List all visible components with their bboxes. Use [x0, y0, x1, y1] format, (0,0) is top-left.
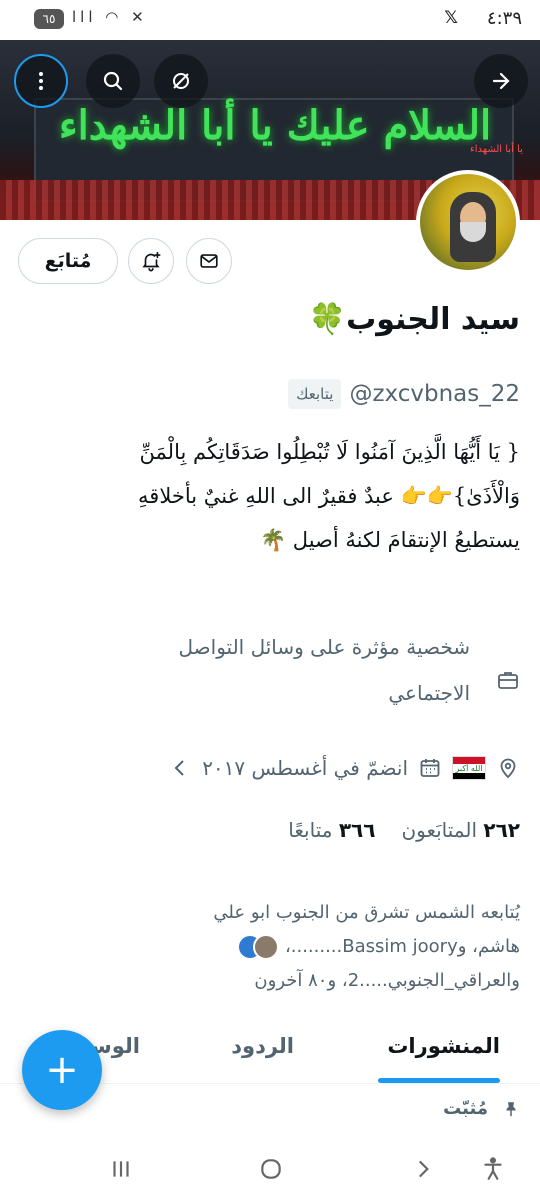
status-time: ٤:٣٩ — [486, 8, 522, 29]
search-icon — [103, 71, 123, 91]
calendar-icon — [420, 759, 440, 777]
grok-icon — [173, 73, 189, 89]
followers-you-know[interactable]: يُتابعه الشمس تشرق من الجنوب ابو علي هاش… — [20, 896, 520, 998]
pinned-label: مُثبّت — [443, 1098, 488, 1119]
chevron-left-icon[interactable] — [168, 756, 192, 780]
back-arrow-icon — [492, 72, 510, 90]
following-link[interactable]: ٣٦٦ متابعًا — [288, 818, 375, 842]
banner-headline: السلام عليك يا أبا الشهداء — [58, 102, 492, 149]
accessibility-button[interactable] — [478, 1154, 508, 1184]
followers-label: المتابَعون — [401, 818, 478, 842]
tab-replies[interactable]: الردود — [231, 1034, 294, 1058]
nav-recents-button[interactable] — [106, 1154, 136, 1184]
display-name: سيد الجنوب🍀 — [308, 302, 520, 337]
bio-line: { يَا أَيُّهَا الَّذِينَ آمَنُوا لَا تُب… — [139, 440, 520, 464]
handle-row: يتابعك @zxcvbnas_22 — [288, 372, 520, 416]
category-line: شخصية مؤثرة على وسائل التواصل — [178, 635, 470, 659]
active-tab-indicator — [378, 1078, 500, 1083]
battery-indicator: ٦٥ — [34, 9, 64, 29]
follow-counts: ٢٦٢ المتابَعون ٣٦٦ متابعًا — [288, 818, 520, 842]
accessibility-icon — [484, 1157, 502, 1180]
tab-posts[interactable]: المنشورات — [387, 1034, 500, 1058]
known-followers-line: هاشم، وBassim joory.........، — [284, 936, 520, 957]
bio-line: وَالْأَذَىٰ}👉👉 عبدٌ فقيرٌ الى اللهِ غنيٌ… — [138, 484, 520, 508]
follower-avatar — [253, 934, 280, 960]
grok-button[interactable] — [154, 54, 208, 108]
joined-date: انضمّ في أغسطس ٢٠١٧ — [202, 756, 408, 780]
briefcase-icon — [498, 672, 518, 689]
pin-icon — [506, 1101, 516, 1116]
followers-link[interactable]: ٢٦٢ المتابَعون — [401, 818, 520, 842]
nav-back-button[interactable] — [408, 1154, 438, 1184]
search-button[interactable] — [86, 54, 140, 108]
status-bar: ٤:٣٩ 𝕏 ٦٥ lll ◠ ✕ — [0, 0, 540, 40]
more-button[interactable] — [14, 54, 68, 108]
bio: { يَا أَيُّهَا الَّذِينَ آمَنُوا لَا تُب… — [16, 430, 520, 562]
profile-avatar[interactable] — [416, 170, 520, 274]
chevron-right-icon — [418, 1160, 429, 1178]
status-icons: lll ◠ ✕ — [72, 8, 148, 26]
iraq-flag-icon: الله أكبر — [452, 756, 486, 780]
bio-line: يستطيعُ الإنتقامَ لكنهُ أصيل 🌴 — [259, 528, 520, 552]
category-line: الاجتماعي — [388, 681, 470, 705]
back-button[interactable] — [474, 54, 528, 108]
following-label: متابعًا — [288, 818, 333, 842]
banner-subtext: يا أبا الشهداء — [470, 144, 523, 155]
profile-meta: الله أكبر انضمّ في أغسطس ٢٠١٧ — [168, 748, 520, 788]
professional-category: شخصية مؤثرة على وسائل التواصل الاجتماعي — [20, 624, 520, 724]
location-pin-icon — [500, 758, 516, 779]
recents-icon — [113, 1161, 129, 1177]
nav-home-button[interactable] — [256, 1154, 286, 1184]
follows-you-badge: يتابعك — [288, 379, 342, 409]
handle: @zxcvbnas_22 — [349, 381, 520, 407]
followers-count: ٢٦٢ — [483, 818, 520, 842]
pinned-header: مُثبّت — [443, 1098, 520, 1119]
message-button[interactable] — [186, 238, 232, 284]
system-nav-bar — [0, 1140, 540, 1199]
compose-fab[interactable]: + — [22, 1030, 102, 1110]
mail-icon — [200, 254, 218, 268]
notifications-button[interactable] — [128, 238, 174, 284]
x-notification-icon: 𝕏 — [444, 8, 458, 28]
more-vertical-icon — [39, 72, 43, 90]
following-button[interactable]: مُتابَع — [18, 238, 118, 284]
known-followers-line: والعراقي_الجنوبي.....2، و٨٠ آخرون — [254, 970, 520, 991]
following-count: ٣٦٦ — [338, 818, 376, 842]
bell-plus-icon — [142, 251, 161, 272]
home-circle-icon — [261, 1159, 281, 1179]
known-followers-line: يُتابعه الشمس تشرق من الجنوب ابو علي — [213, 902, 520, 923]
